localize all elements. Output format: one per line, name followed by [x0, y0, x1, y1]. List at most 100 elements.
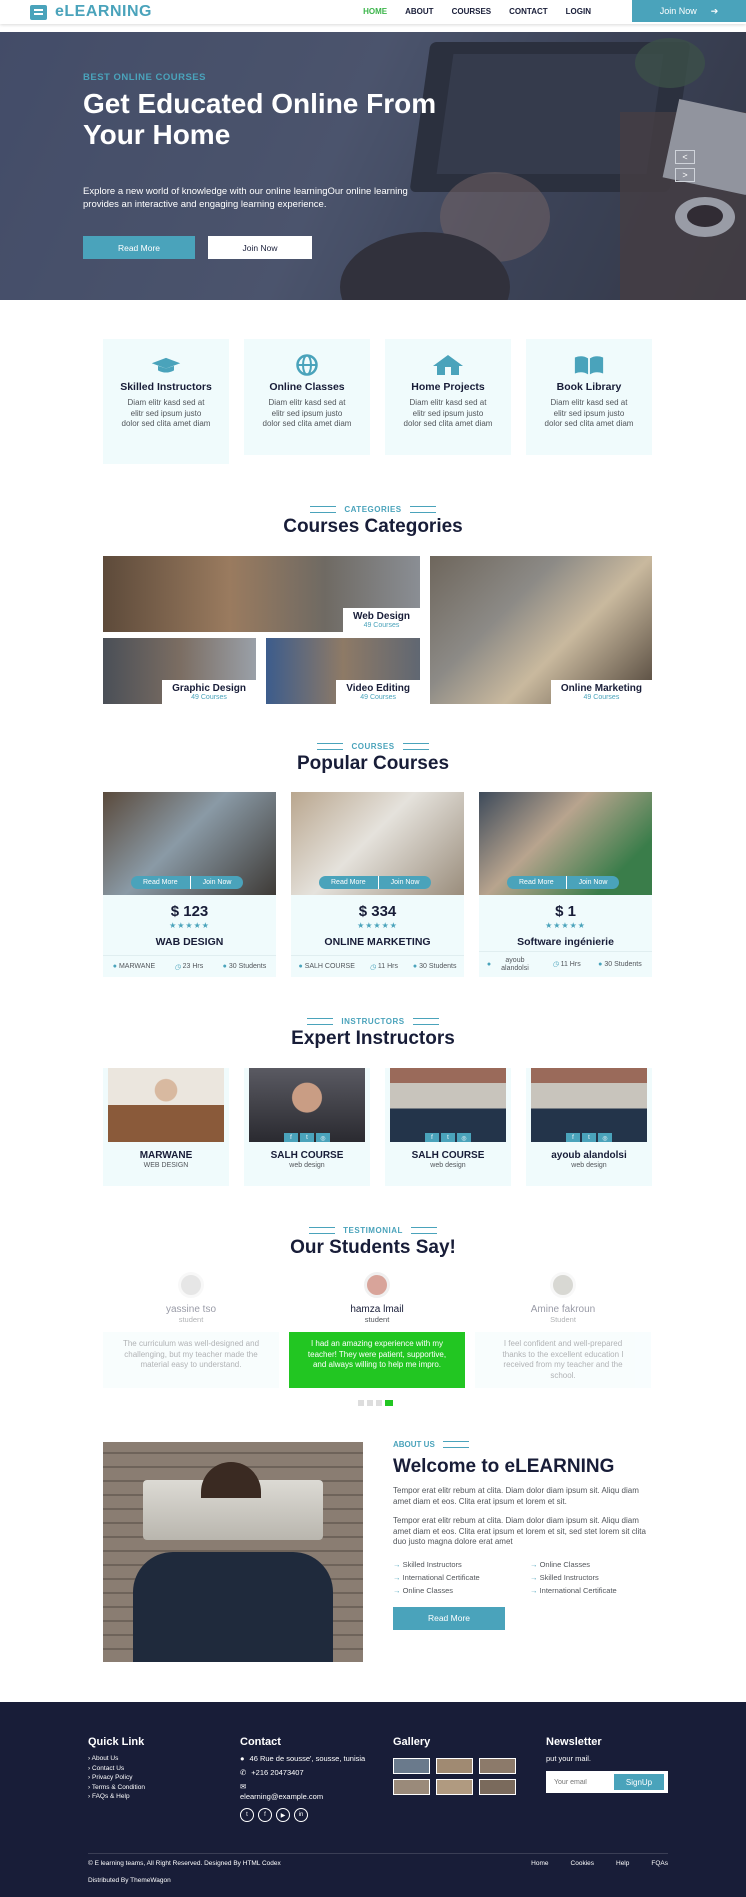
menu-item-about[interactable]: ABOUT — [405, 7, 433, 16]
testimonial-tag-text: TESTIMONIAL — [343, 1226, 403, 1235]
course-duration: 11 Hrs — [560, 960, 581, 968]
instructor-role: WEB DESIGN — [143, 1162, 189, 1169]
twitter-icon[interactable]: t — [300, 1133, 314, 1142]
about-title: Welcome to eLEARNING — [393, 1456, 615, 1477]
footer-quick-links: Quick Link About Us Contact Us Privacy P… — [88, 1736, 218, 1802]
students-icon: ● — [412, 963, 418, 970]
facebook-icon[interactable]: f — [425, 1133, 439, 1142]
instructor-photo — [108, 1068, 224, 1142]
footer-bottom-link[interactable]: FQAs — [651, 1860, 668, 1867]
course-instructor: MARWANE — [118, 963, 156, 970]
carousel-dot[interactable] — [367, 1400, 373, 1406]
instagram-icon[interactable]: ◎ — [598, 1133, 612, 1142]
signup-button[interactable]: SignUp — [614, 1774, 664, 1790]
testimonial-name: yassine tso — [165, 1304, 217, 1315]
category-label: Online Marketing 49 Courses — [550, 680, 652, 704]
hero-subtitle: BEST ONLINE COURSES — [83, 72, 206, 83]
gallery-thumb[interactable] — [393, 1779, 430, 1795]
footer-bottom-link[interactable]: Home — [531, 1860, 548, 1867]
footer-bottom-link[interactable]: Help — [616, 1860, 629, 1867]
course-join-now-button[interactable]: Join Now — [566, 876, 620, 889]
youtube-icon[interactable]: ▶ — [276, 1808, 290, 1822]
footer-bottom-link[interactable]: Cookies — [571, 1860, 594, 1867]
category-label: Web Design 49 Courses — [342, 608, 420, 632]
hero-join-now-button[interactable]: Join Now — [208, 236, 312, 259]
footer-newsletter: Newsletter put your mail. SignUp — [546, 1736, 676, 1794]
category-card[interactable]: Web Design 49 Courses — [103, 556, 420, 632]
course-instructor: ayoub alandolsi — [501, 956, 529, 972]
course-read-more-button[interactable]: Read More — [507, 876, 567, 889]
hero-carousel: BEST ONLINE COURSES Get Educated Online … — [0, 32, 746, 300]
menu-item-courses[interactable]: COURSES — [452, 7, 492, 16]
navbar: eLEARNING HOME ABOUT COURSES CONTACT LOG… — [0, 0, 746, 24]
instagram-icon[interactable]: ◎ — [457, 1133, 471, 1142]
twitter-icon[interactable]: t — [582, 1133, 596, 1142]
phone-icon: ✆ — [240, 1768, 247, 1777]
course-duration: 23 Hrs — [182, 963, 204, 970]
category-card[interactable]: Online Marketing 49 Courses — [430, 556, 652, 704]
check-item: Online Classes — [393, 1586, 530, 1595]
instructor-card: f t ◎ SALH COURSE web design — [385, 1068, 511, 1186]
gallery-thumb[interactable] — [393, 1758, 430, 1774]
carousel-dot-active[interactable] — [385, 1400, 393, 1406]
students-icon: ● — [222, 963, 227, 970]
home-icon — [432, 355, 464, 375]
gallery-thumb[interactable] — [436, 1758, 473, 1774]
service-title: Online Classes — [269, 381, 345, 393]
twitter-icon[interactable]: t — [441, 1133, 455, 1142]
twitter-icon[interactable]: t — [240, 1808, 254, 1822]
facebook-icon[interactable]: f — [566, 1133, 580, 1142]
footer-link[interactable]: Contact Us — [88, 1764, 218, 1774]
instructor-card: f t ◎ ayoub alandolsi web design — [526, 1068, 652, 1186]
gallery-thumb[interactable] — [436, 1779, 473, 1795]
gallery-thumb[interactable] — [479, 1779, 516, 1795]
category-card[interactable]: Graphic Design 49 Courses — [103, 638, 256, 704]
testimonial-role: student — [178, 1315, 204, 1324]
main-menu: HOME ABOUT COURSES CONTACT LOGIN — [363, 7, 591, 16]
facebook-icon[interactable]: f — [258, 1808, 272, 1822]
service-card: Skilled Instructors Diam elitr kasd sed … — [103, 339, 229, 464]
carousel-dot[interactable] — [358, 1400, 364, 1406]
course-join-now-button[interactable]: Join Now — [190, 876, 244, 889]
footer-link[interactable]: Privacy Policy — [88, 1773, 218, 1783]
hero-read-more-button[interactable]: Read More — [83, 236, 195, 259]
menu-item-login[interactable]: LOGIN — [566, 7, 591, 16]
course-join-now-button[interactable]: Join Now — [378, 876, 432, 889]
course-name: WAB DESIGN — [155, 936, 224, 948]
facebook-icon[interactable]: f — [284, 1133, 298, 1142]
newsletter-email-input[interactable] — [546, 1771, 606, 1794]
carousel-prev-button[interactable]: < — [675, 150, 695, 164]
instagram-icon[interactable]: ◎ — [316, 1133, 330, 1142]
course-read-more-button[interactable]: Read More — [131, 876, 191, 889]
menu-item-contact[interactable]: CONTACT — [509, 7, 548, 16]
join-now-button[interactable]: Join Now ➔ — [632, 0, 746, 22]
footer-link[interactable]: FAQs & Help — [88, 1792, 218, 1802]
category-name: Online Marketing — [560, 683, 642, 694]
linkedin-icon[interactable]: in — [294, 1808, 308, 1822]
about-read-more-button[interactable]: Read More — [393, 1606, 505, 1630]
carousel-dot[interactable] — [376, 1400, 382, 1406]
logo[interactable]: eLEARNING — [30, 3, 152, 21]
gallery-thumb[interactable] — [479, 1758, 516, 1774]
hero-title: Get Educated Online From Your Home — [83, 88, 437, 150]
instructor-name: SALH COURSE — [270, 1150, 344, 1161]
hero-description: Explore a new world of knowledge with ou… — [83, 186, 408, 210]
course-meta: ● ayoub alandolsi ◷ 11 Hrs ● 30 Students — [479, 951, 652, 977]
course-name: ONLINE MARKETING — [324, 936, 431, 948]
course-students: 30 Students — [419, 963, 457, 970]
about-tag: ABOUT US — [393, 1440, 653, 1449]
carousel-next-button[interactable]: > — [675, 168, 695, 182]
testimonial-name: Amine fakroun — [530, 1304, 596, 1315]
testimonial-item: hamza lmail student I had an amazing exp… — [289, 1272, 465, 1388]
check-item: Skilled Instructors — [393, 1560, 530, 1569]
menu-item-home[interactable]: HOME — [363, 7, 387, 16]
footer-email[interactable]: elearning@example.com — [240, 1792, 370, 1802]
footer-link[interactable]: About Us — [88, 1754, 218, 1764]
check-item: Online Classes — [530, 1560, 655, 1569]
course-image: Read More Join Now — [479, 792, 652, 895]
avatar — [364, 1272, 390, 1298]
instructor-photo: f t ◎ — [249, 1068, 365, 1142]
category-card[interactable]: Video Editing 49 Courses — [266, 638, 420, 704]
footer-link[interactable]: Terms & Condition — [88, 1783, 218, 1793]
course-read-more-button[interactable]: Read More — [319, 876, 379, 889]
